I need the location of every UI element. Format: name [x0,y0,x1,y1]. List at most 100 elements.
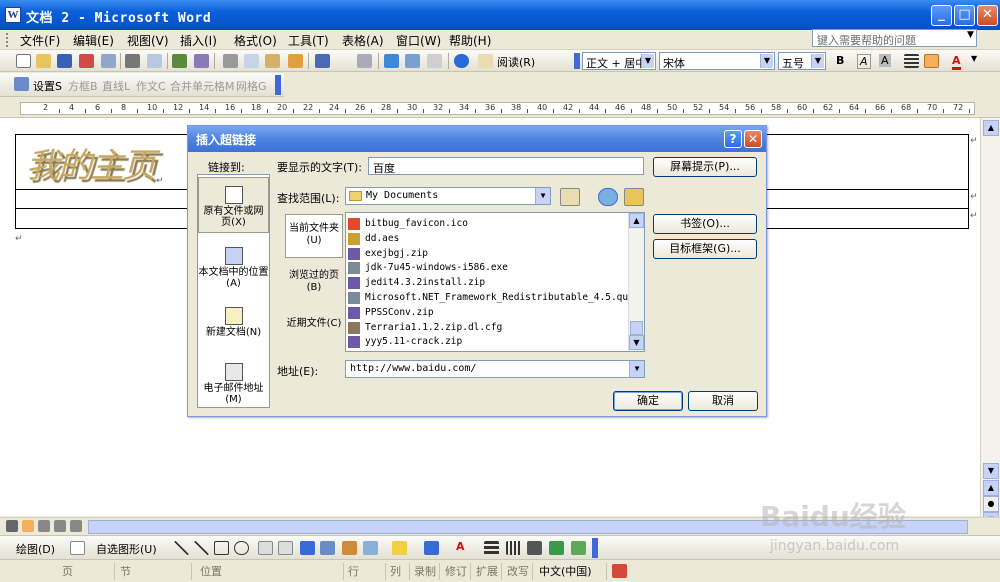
permission-icon[interactable] [79,54,94,68]
browse-file-icon[interactable] [624,188,644,206]
border-button[interactable]: 方框B [68,78,98,94]
scroll-up-icon[interactable]: ▲ [629,213,644,228]
scroll-up-icon[interactable]: ▲ [983,120,999,136]
vertical-textbox-icon[interactable] [278,541,293,555]
wordart-title[interactable]: 我的主页 [26,138,156,187]
scroll-down-icon[interactable]: ▼ [983,463,999,479]
link-new-document[interactable]: 新建文档(N) [198,303,269,343]
grid-button[interactable]: 网格G [236,78,267,94]
autoshapes-button[interactable]: 自选图形(U) [96,541,157,557]
normal-view-icon[interactable] [6,520,18,532]
browse-object-icon[interactable]: ● [983,496,999,512]
textbox-icon[interactable] [258,541,273,555]
ok-button[interactable]: 确定 [613,391,683,411]
file-list[interactable]: bitbug_favicon.ico dd.aes exejbgj.zip jdk-7… [345,212,645,352]
line-color-icon[interactable] [424,541,439,555]
line-button[interactable]: 直线L [102,78,130,94]
chevron-down-icon[interactable]: ▼ [971,54,977,63]
settings-button[interactable]: 设置S [33,78,62,94]
menu-help[interactable]: 帮助(H) [449,32,491,49]
browse-web-icon[interactable] [598,188,618,206]
outline-view-icon[interactable] [54,520,66,532]
target-frame-button[interactable]: 目标框架(G)... [653,239,757,259]
oval-icon[interactable] [234,541,249,555]
status-track-changes[interactable]: 修订 [443,563,471,580]
link-email-address[interactable]: 电子邮件地址(M) [198,359,269,405]
select-objects-icon[interactable] [70,541,85,555]
rectangle-icon[interactable] [214,541,229,555]
dash-style-icon[interactable] [506,541,521,555]
menu-table[interactable]: 表格(A) [342,32,384,49]
link-place-in-document[interactable]: 本文档中的位置(A) [198,243,269,293]
style-combo[interactable]: 正文 + 居中 ▼ [582,52,656,70]
print-view-icon[interactable] [38,520,50,532]
bookmark-button[interactable]: 书签(O)... [653,214,757,234]
tables-borders-icon[interactable] [405,54,420,68]
justify-icon[interactable] [904,54,919,68]
copy-icon[interactable] [244,54,259,68]
maximize-button[interactable]: □ [954,5,975,26]
undo-icon[interactable] [315,54,330,68]
menu-insert[interactable]: 插入(I) [180,32,217,49]
status-overtype[interactable]: 改写 [505,563,533,580]
shadow-icon[interactable] [549,541,564,555]
arrow-style-icon[interactable] [527,541,542,555]
dialog-close-button[interactable]: ✕ [744,130,762,148]
line-icon[interactable] [174,541,189,555]
recent-files-tab[interactable]: 近期文件(C) [285,312,343,348]
reading-view-icon[interactable] [70,520,82,532]
menu-window[interactable]: 窗口(W) [396,32,441,49]
hyperlink-icon[interactable] [384,54,399,68]
browsed-pages-tab[interactable]: 浏览过的页(B) [285,264,343,304]
center-align-icon[interactable] [924,54,939,68]
draw-menu-button[interactable]: 绘图(D) [16,541,55,557]
font-size-combo[interactable]: 五号 ▼ [778,52,826,70]
cut-icon[interactable] [223,54,238,68]
arrow-icon[interactable] [194,541,209,555]
help-dropdown-icon[interactable]: ▼ [967,30,977,40]
font-combo[interactable]: 宋体 ▼ [659,52,775,70]
help-search-input[interactable]: 键入需要帮助的问题 [812,29,977,47]
menu-format[interactable]: 格式(O) [234,32,277,49]
toolbar-grip[interactable] [6,33,9,47]
fill-color-icon[interactable] [392,541,407,555]
bold-button[interactable]: B [836,54,844,67]
menu-edit[interactable]: 编辑(E) [73,32,114,49]
spelling-icon[interactable] [172,54,187,68]
vertical-scrollbar[interactable]: ▲ ▼ ▲ ● ▼ [980,118,1000,528]
print-icon[interactable] [125,54,140,68]
horizontal-ruler[interactable]: 2 4 6 8 10 12 14 16 18 20 22 24 26 28 30 32 34 36 38 40 42 44… [0,99,1000,118]
line-style-icon[interactable] [484,541,499,555]
save-icon[interactable] [57,54,72,68]
new-document-icon[interactable] [16,54,31,68]
read-button[interactable]: 阅读(R) [497,54,535,70]
open-folder-icon[interactable] [36,54,51,68]
composition-button[interactable]: 作文C [136,78,166,94]
read-mode-icon[interactable] [478,54,493,68]
font-color-button[interactable]: A [952,54,961,70]
insert-table-icon[interactable] [427,54,442,68]
char-border-button[interactable]: A [857,54,871,69]
look-in-select[interactable]: My Documents ▼ [345,187,551,205]
file-list-scrollbar[interactable]: ▲ ▼ [628,213,644,351]
close-button[interactable]: ✕ [977,5,998,26]
draw-font-color-icon[interactable]: A [456,540,465,553]
email-icon[interactable] [101,54,116,68]
clipart-icon[interactable] [342,541,357,555]
paste-icon[interactable] [265,54,280,68]
spelling-status-icon[interactable] [612,564,627,578]
word-app-icon[interactable]: W [5,7,21,23]
research-icon[interactable] [194,54,209,68]
menu-tools[interactable]: 工具(T) [288,32,329,49]
print-preview-icon[interactable] [147,54,162,68]
wordart-icon[interactable] [300,541,315,555]
format-painter-icon[interactable] [288,54,303,68]
scroll-down-icon[interactable]: ▼ [629,335,644,350]
menu-file[interactable]: 文件(F) [20,32,60,49]
screentip-button[interactable]: 屏幕提示(P)... [653,157,757,177]
3d-icon[interactable] [571,541,586,555]
previous-page-icon[interactable]: ▲ [983,480,999,496]
char-shading-button[interactable]: A [879,54,891,67]
link-existing-file[interactable]: 原有文件或网页(X) [198,177,269,233]
redo-icon[interactable] [357,54,372,68]
